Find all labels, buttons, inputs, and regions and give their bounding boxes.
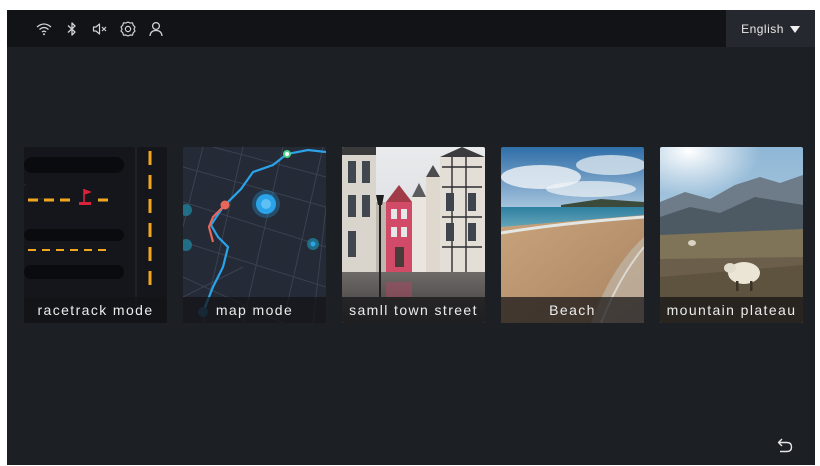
- status-icons: [35, 19, 165, 39]
- language-selector[interactable]: English: [726, 10, 815, 47]
- mode-card-mountain-plateau[interactable]: mountain plateau: [660, 147, 803, 323]
- mode-card-beach[interactable]: Beach: [501, 147, 644, 323]
- bluetooth-icon[interactable]: [63, 20, 81, 38]
- wifi-icon[interactable]: [35, 20, 53, 38]
- user-icon[interactable]: [147, 20, 165, 38]
- screen: English racetrack mode map mode samll to…: [7, 10, 815, 465]
- mode-card-label: Beach: [501, 297, 644, 323]
- top-status-bar: English: [7, 10, 815, 47]
- mode-card-label: map mode: [183, 297, 326, 323]
- chevron-down-icon: [789, 25, 800, 33]
- mode-card-map[interactable]: map mode: [183, 147, 326, 323]
- mode-card-label: racetrack mode: [24, 297, 167, 323]
- mode-card-label: samll town street: [342, 297, 485, 323]
- volume-muted-icon[interactable]: [91, 20, 109, 38]
- language-selected-value: English: [741, 21, 784, 36]
- settings-icon[interactable]: [119, 20, 137, 38]
- mode-card-racetrack[interactable]: racetrack mode: [24, 147, 167, 323]
- mode-cards: racetrack mode map mode samll town stree…: [24, 147, 814, 323]
- mode-card-label: mountain plateau: [660, 297, 803, 323]
- mode-card-town-street[interactable]: samll town street: [342, 147, 485, 323]
- back-icon[interactable]: [775, 435, 795, 455]
